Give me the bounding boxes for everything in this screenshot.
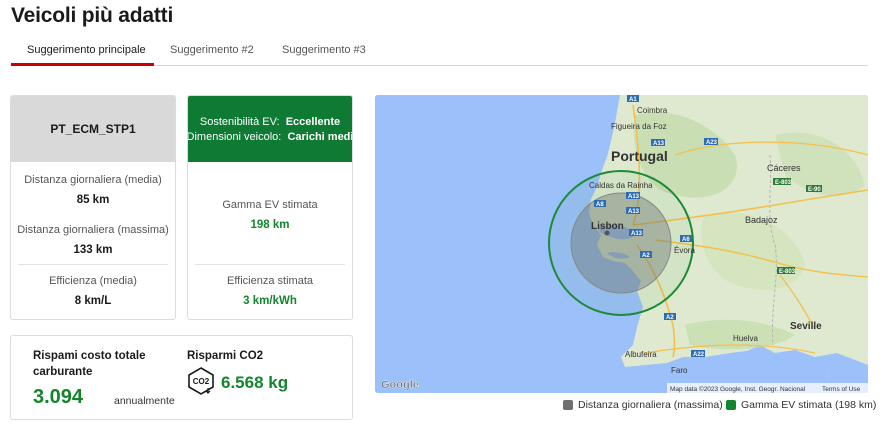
road-shield: A2 [666, 315, 674, 321]
daily-avg-distance-label: Distanza giornaliera (media) [24, 174, 162, 186]
daily-max-distance-label: Distanza giornaliera (massima) [17, 224, 169, 236]
co2-icon-text: CO2 [193, 377, 210, 386]
co2-savings-value: 6.568 kg [221, 373, 289, 392]
road-shield: A13 [628, 194, 640, 200]
ev-suggestion-card: Sostenibilità EV: Eccellente Dimensioni … [187, 95, 353, 320]
road-shield: E-803 [779, 269, 796, 275]
co2-savings-label: Risparmi CO2 [187, 350, 264, 362]
map-label-badajoz: Badajoz [745, 215, 778, 225]
map-label-albufeira: Albufeira [625, 350, 657, 359]
road-shield: A6 [682, 237, 690, 243]
map-terms-link[interactable]: Terms of Use [822, 386, 861, 393]
road-shield: A13 [631, 231, 643, 237]
map-label-caceres: Cáceres [767, 163, 801, 173]
ev-range-value: 198 km [250, 219, 290, 231]
tab-main-suggestion[interactable]: Suggerimento principale [27, 36, 146, 66]
road-shield: A13 [628, 209, 640, 215]
range-map[interactable]: Portugal Coimbra Figueira da Foz Caldas … [375, 95, 868, 393]
ev-range-circle [548, 170, 694, 316]
daily-max-distance-value: 133 km [73, 244, 113, 256]
road-shield: A8 [596, 202, 604, 208]
avg-efficiency-value: 8 km/L [74, 295, 112, 307]
card-divider [18, 264, 168, 265]
fuel-savings-label: Rispami costo totale carburante [33, 350, 146, 378]
ev-suggestion-header: Sostenibilità EV: Eccellente Dimensioni … [188, 96, 352, 162]
tab-suggestion-3[interactable]: Suggerimento #3 [282, 36, 366, 66]
savings-card: Rispami costo totale carburante 3.094 an… [10, 335, 353, 420]
map-label-huelva: Huelva [733, 334, 758, 343]
map-label-caldas: Caldas da Rainha [589, 181, 653, 190]
map-label-seville: Seville [790, 321, 822, 332]
tab-suggestion-2[interactable]: Suggerimento #2 [170, 36, 254, 66]
legend-ev-range: Gamma EV stimata (198 km) [726, 399, 876, 411]
active-tab-indicator [11, 63, 154, 66]
map-label-country: Portugal [611, 148, 668, 164]
road-shield: E-90 [808, 187, 821, 193]
map-label-evora: Évora [674, 246, 695, 255]
page-title: Veicoli più adatti [11, 4, 174, 27]
map-attribution: Map data ©2023 Google, Inst. Geogr. Naci… [670, 385, 806, 393]
map-label-coimbra: Coimbra [637, 106, 668, 115]
map-label-faro: Faro [671, 366, 688, 375]
ev-range-label: Gamma EV stimata [222, 199, 318, 211]
map-canvas[interactable]: Portugal Coimbra Figueira da Foz Caldas … [375, 95, 868, 393]
map-label-lisbon: Lisbon [591, 221, 624, 232]
road-shield: A13 [653, 141, 665, 147]
legend-max-distance: Distanza giornaliera (massima) [563, 399, 723, 411]
current-vehicle-name: PT_ECM_STP1 [11, 96, 175, 162]
ev-efficiency-value: 3 km/kWh [243, 295, 297, 307]
map-label-figueira: Figueira da Foz [611, 122, 667, 131]
legend-ev-range-label: Gamma EV stimata (198 km) [741, 399, 877, 411]
legend-swatch-grey [563, 400, 573, 410]
road-shield: A1 [629, 97, 637, 103]
legend-max-distance-label: Distanza giornaliera (massima) [578, 399, 723, 411]
road-shield: A2 [642, 253, 650, 259]
road-shield: A23 [706, 140, 718, 146]
fuel-savings-value: 3.094 [33, 386, 84, 408]
daily-avg-distance-value: 85 km [76, 194, 110, 206]
road-shield: E-803 [775, 180, 792, 186]
road-shield: A22 [693, 352, 705, 358]
legend-swatch-green [726, 400, 736, 410]
google-logo: Google [381, 379, 419, 391]
fuel-savings-period: annualmente [114, 395, 175, 407]
avg-efficiency-label: Efficienza (media) [49, 275, 137, 287]
vehicle-size-value: Carichi medi [287, 130, 353, 143]
card-divider [195, 264, 345, 265]
vehicle-size-label: Dimensioni veicolo: [187, 130, 282, 143]
ev-sustainability-label: Sostenibilità EV: [199, 115, 280, 128]
suggestion-tabs: Suggerimento principale Suggerimento #2 … [11, 36, 868, 66]
ev-sustainability-value: Eccellente [285, 115, 341, 128]
current-vehicle-card: PT_ECM_STP1 Distanza giornaliera (media)… [10, 95, 176, 320]
ev-efficiency-label: Efficienza stimata [226, 275, 313, 287]
co2-icon: CO2 [188, 367, 214, 395]
